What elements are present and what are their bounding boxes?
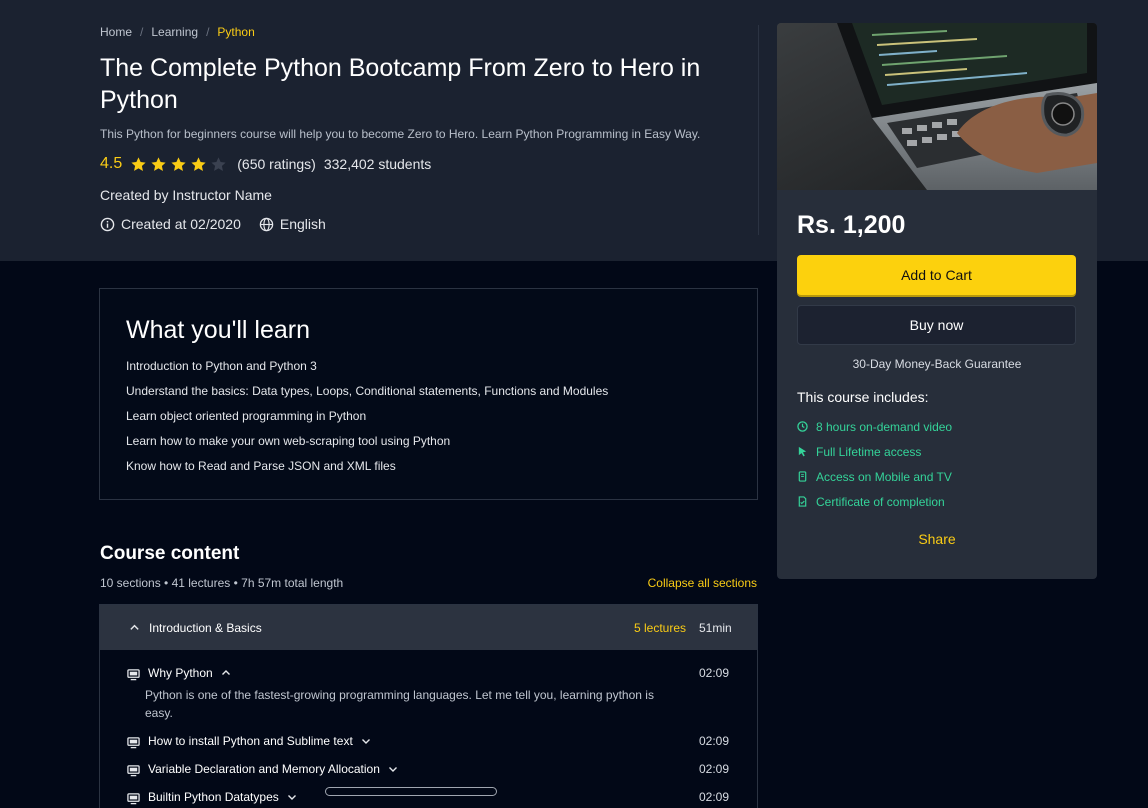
rating-value: 4.5 (100, 155, 123, 172)
course-preview-image[interactable] (777, 23, 1097, 190)
breadcrumb: Home / Learning / Python (100, 25, 255, 39)
monitor-icon (127, 793, 140, 805)
purchase-card: Rs. 1,200 Add to Cart Buy now 30-Day Mon… (777, 23, 1097, 579)
info-icon (100, 217, 115, 231)
what-youll-learn: What you'll learn Introduction to Python… (99, 288, 758, 500)
includes-item: Access on Mobile and TV (797, 464, 952, 489)
lecture-title-text: Builtin Python Datatypes (148, 790, 279, 804)
star-icon (191, 156, 206, 171)
collapse-all-sections-link[interactable]: Collapse all sections (600, 576, 757, 590)
lecture-duration: 02:09 (699, 734, 730, 748)
star-icon (151, 156, 166, 171)
add-to-cart-button[interactable]: Add to Cart (797, 255, 1076, 295)
clock-icon (797, 421, 808, 432)
rating-stars (130, 156, 227, 173)
breadcrumb-learning[interactable]: Learning (151, 25, 198, 39)
learn-title: What you'll learn (126, 316, 311, 344)
rating-row: 4.5 (650 ratings) 332,402 students (100, 155, 431, 173)
course-meta: Created at 02/2020 English (100, 216, 326, 232)
breadcrumb-separator: / (206, 25, 210, 39)
lecture-title-text: Why Python (148, 666, 213, 680)
lecture-description: Python is one of the fastest-growing pro… (145, 688, 654, 720)
includes-label: Certificate of completion (816, 494, 945, 509)
learn-item: Learn object oriented programming in Pyt… (126, 409, 367, 423)
course-creator: Created by Instructor Name (100, 187, 272, 203)
includes-label: 8 hours on-demand video (816, 419, 953, 434)
section-header[interactable]: Introduction & Basics 5 lectures 51min (100, 605, 757, 650)
course-language: English (279, 216, 326, 232)
star-icon (131, 156, 146, 171)
breadcrumb-home[interactable]: Home (100, 25, 132, 39)
breadcrumb-separator: / (140, 25, 144, 39)
section-name: Introduction & Basics (149, 621, 262, 635)
includes-list: 8 hours on-demand video Full Lifetime ac… (797, 414, 952, 514)
course-content-summary: 10 sections • 41 lectures • 7h 57m total… (100, 576, 344, 590)
lecture-title: Builtin Python Datatypes (148, 790, 297, 804)
learn-item: Introduction to Python and Python 3 (126, 359, 317, 373)
includes-item: Full Lifetime access (797, 439, 952, 464)
learn-item: Learn how to make your own web-scraping … (126, 434, 451, 448)
chevron-up-icon[interactable] (221, 668, 231, 678)
includes-title: This course includes: (797, 389, 929, 405)
includes-label: Full Lifetime access (816, 444, 922, 459)
breadcrumb-current[interactable]: Python (217, 25, 254, 39)
section-lectures-count: 5 lectures (634, 621, 687, 635)
includes-item: 8 hours on-demand video (797, 414, 952, 439)
learn-list: Introduction to Python and Python 3 Unde… (126, 357, 608, 482)
hero-divider (758, 25, 759, 235)
course-subtitle: This Python for beginners course will he… (100, 127, 701, 141)
created-date: Created at 02/2020 (121, 216, 241, 232)
globe-icon (259, 217, 274, 231)
lecture-duration: 02:09 (699, 762, 730, 776)
star-icon (171, 156, 186, 171)
lecture-duration: 02:09 (699, 666, 730, 680)
lecture-title-text: How to install Python and Sublime text (148, 734, 353, 748)
buy-now-button[interactable]: Buy now (797, 305, 1076, 345)
lecture-title: How to install Python and Sublime text (148, 734, 371, 748)
course-price: Rs. 1,200 (797, 211, 906, 239)
cursor-icon (798, 446, 807, 457)
section-duration: 51min (699, 621, 732, 635)
chevron-down-icon[interactable] (388, 764, 398, 774)
money-back-guarantee: 30-Day Money-Back Guarantee (852, 357, 1022, 371)
chevron-down-icon[interactable] (361, 736, 371, 746)
lecture-title: Why Python (148, 666, 231, 680)
learn-item: Understand the basics: Data types, Loops… (126, 384, 609, 398)
chevron-down-icon[interactable] (287, 792, 297, 802)
share-button[interactable]: Share (777, 531, 1097, 547)
monitor-icon (127, 765, 140, 777)
monitor-icon (127, 737, 140, 749)
chevron-up-icon (130, 624, 139, 630)
star-empty-icon (211, 156, 226, 171)
certificate-icon (798, 496, 807, 507)
ratings-count[interactable]: (650 ratings) (237, 156, 316, 172)
lecture-preview-bar (325, 787, 497, 796)
students-count: 332,402 students (323, 156, 432, 172)
includes-label: Access on Mobile and TV (816, 469, 952, 484)
lecture-title: Variable Declaration and Memory Allocati… (148, 762, 398, 776)
lecture-duration: 02:09 (699, 790, 730, 804)
course-title: The Complete Python Bootcamp From Zero t… (100, 54, 701, 114)
monitor-icon (127, 669, 140, 681)
mobile-icon (798, 471, 807, 482)
learn-item: Know how to Read and Parse JSON and XML … (126, 459, 396, 473)
lecture-title-text: Variable Declaration and Memory Allocati… (148, 762, 380, 776)
course-section: Introduction & Basics 5 lectures 51min W… (99, 604, 758, 808)
course-content-title: Course content (100, 543, 240, 564)
includes-item: Certificate of completion (797, 489, 952, 514)
